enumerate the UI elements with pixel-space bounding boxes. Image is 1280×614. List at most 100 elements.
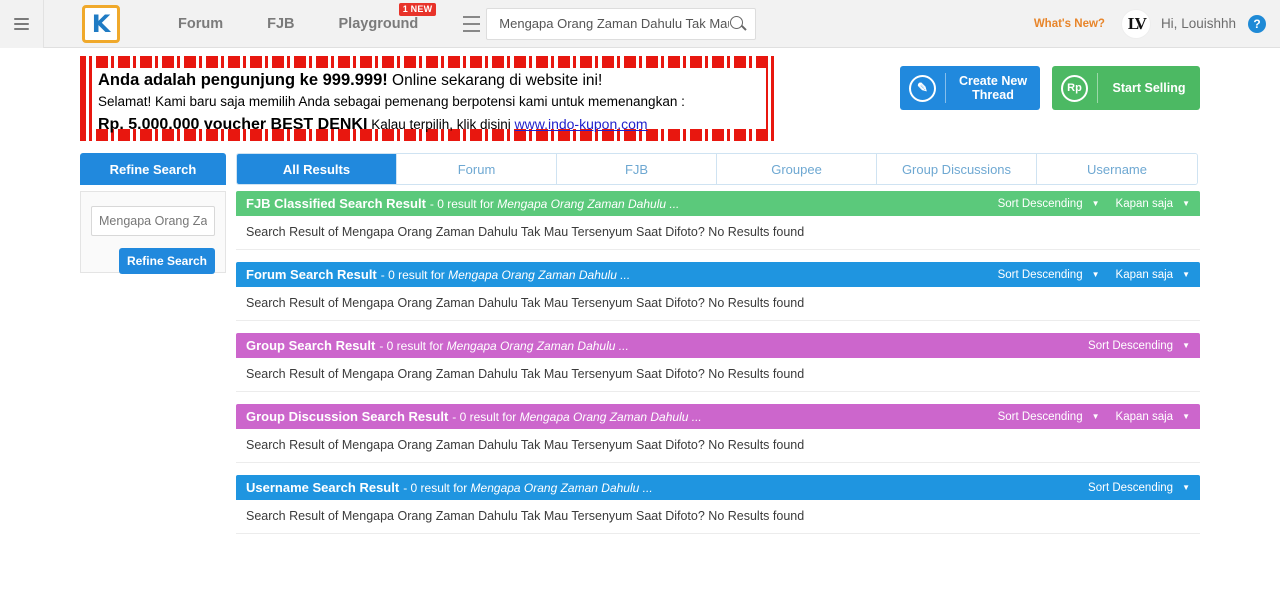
result-body: Search Result of Mengapa Orang Zaman Dah… [236, 216, 1200, 250]
tab-username[interactable]: Username [1037, 154, 1197, 184]
ad-line-2: Selamat! Kami baru saja memilih Anda seb… [98, 94, 685, 109]
search-icon[interactable] [729, 15, 747, 33]
action-buttons: ✎ Create New Thread Rp Start Selling [900, 56, 1200, 110]
menu-toggle-button[interactable] [0, 0, 44, 48]
chevron-down-icon: ▼ [1091, 199, 1100, 208]
result-meta: - 0 result for Mengapa Orang Zaman Dahul… [430, 197, 679, 211]
result-controls: Sort Descending ▼ Kapan saja ▼ [998, 269, 1190, 281]
tab-group-discussions[interactable]: Group Discussions [877, 154, 1037, 184]
ad-line-1: Anda adalah pengunjung ke 999.999! Onlin… [98, 70, 760, 91]
tab-groupee[interactable]: Groupee [717, 154, 877, 184]
result-tabs: All Results Forum FJB Groupee Group Disc… [236, 153, 1198, 185]
ad-line-1-rest: Online sekarang di website ini! [387, 72, 603, 89]
ad-link[interactable]: www.indo-kupon.com [515, 116, 648, 132]
result-meta: - 0 result for Mengapa Orang Zaman Dahul… [452, 410, 701, 424]
result-header: Group Search Result - 0 result for Menga… [236, 333, 1200, 358]
user-area: What's New? LV Hi, Louishhh ? [1034, 8, 1280, 39]
nav-item-forum-label: Forum [178, 15, 224, 32]
pencil-glyph: ✎ [917, 80, 928, 95]
result-title: Group Discussion Search Result [246, 409, 449, 424]
result-query: Mengapa Orang Zaman Dahulu ... [497, 196, 680, 211]
content-area: Refine Search FJB Classified Search Resu… [80, 191, 1200, 546]
whats-new-link[interactable]: What's New? [1034, 18, 1105, 30]
result-query: Mengapa Orang Zaman Dahulu ... [446, 338, 629, 353]
create-new-thread-button[interactable]: ✎ Create New Thread [900, 66, 1040, 110]
sort-descending-dropdown[interactable]: Sort Descending ▼ [998, 269, 1100, 281]
tab-fjb-label: FJB [624, 161, 649, 177]
site-logo[interactable]: K [82, 4, 120, 43]
refine-search-panel: Refine Search [80, 191, 226, 274]
result-query: Mengapa Orang Zaman Dahulu ... [470, 480, 653, 495]
top-navigation-bar: K Forum FJB Playground 1 NEW What's New?… [0, 0, 1280, 48]
result-meta: - 0 result for Mengapa Orang Zaman Dahul… [379, 339, 628, 353]
search-input[interactable] [499, 16, 730, 31]
refine-keyword-input[interactable] [91, 206, 215, 236]
result-header: Group Discussion Search Result - 0 resul… [236, 404, 1200, 429]
create-new-thread-label: Create New Thread [958, 74, 1028, 102]
avatar-initials: LV [1127, 13, 1147, 33]
nav-item-forum[interactable]: Forum [156, 0, 245, 48]
time-filter-dropdown[interactable]: Kapan saja ▼ [1116, 198, 1190, 210]
chevron-down-icon: ▼ [1182, 341, 1190, 350]
result-meta-prefix: - 0 result for [403, 480, 471, 495]
result-query: Mengapa Orang Zaman Dahulu ... [519, 409, 702, 424]
tab-forum[interactable]: Forum [397, 154, 557, 184]
result-meta: - 0 result for Mengapa Orang Zaman Dahul… [403, 481, 652, 495]
sort-descending-dropdown[interactable]: Sort Descending ▼ [1088, 482, 1190, 494]
ad-and-actions-row: Anda adalah pengunjung ke 999.999! Onlin… [80, 48, 1200, 141]
time-filter-label: Kapan saja [1115, 197, 1174, 210]
refine-search-button[interactable]: Refine Search [119, 248, 215, 274]
nav-item-playground-label: Playground [338, 15, 419, 32]
tab-fjb[interactable]: FJB [557, 154, 717, 184]
page-container: Anda adalah pengunjung ke 999.999! Onlin… [0, 48, 1280, 546]
result-controls: Sort Descending ▼ Kapan saja ▼ [998, 198, 1190, 210]
tab-username-label: Username [1087, 161, 1147, 177]
chevron-down-icon: ▼ [1182, 483, 1190, 492]
time-filter-label: Kapan saja [1115, 268, 1174, 281]
advertisement-banner[interactable]: Anda adalah pengunjung ke 999.999! Onlin… [80, 56, 778, 141]
result-block-fjb-classified: FJB Classified Search Result - 0 result … [236, 191, 1200, 250]
sort-descending-label: Sort Descending [1088, 481, 1174, 494]
result-title: FJB Classified Search Result [246, 196, 426, 211]
search-area [456, 7, 757, 40]
result-query: Mengapa Orang Zaman Dahulu ... [448, 267, 631, 282]
result-meta-prefix: - 0 result for [429, 196, 498, 211]
tab-all-results[interactable]: All Results [237, 154, 397, 184]
tab-refine-search[interactable]: Refine Search [80, 153, 226, 185]
time-filter-dropdown[interactable]: Kapan saja ▼ [1116, 411, 1190, 423]
rupiah-icon: Rp [1052, 73, 1098, 103]
user-greeting[interactable]: Hi, Louishhh [1161, 16, 1236, 31]
result-header: Forum Search Result - 0 result for Menga… [236, 262, 1200, 287]
result-header: FJB Classified Search Result - 0 result … [236, 191, 1200, 216]
hamburger-icon [14, 15, 29, 33]
nav-item-fjb-label: FJB [267, 15, 295, 32]
result-body: Search Result of Mengapa Orang Zaman Dah… [236, 429, 1200, 463]
help-icon[interactable]: ? [1248, 14, 1266, 33]
tab-groupee-label: Groupee [771, 161, 822, 177]
result-body: Search Result of Mengapa Orang Zaman Dah… [236, 287, 1200, 321]
result-block-username: Username Search Result - 0 result for Me… [236, 475, 1200, 534]
chevron-down-icon: ▼ [1182, 412, 1190, 421]
search-results-list: FJB Classified Search Result - 0 result … [236, 191, 1200, 546]
result-title: Group Search Result [246, 338, 376, 353]
nav-item-fjb[interactable]: FJB [245, 0, 316, 48]
sort-descending-dropdown[interactable]: Sort Descending ▼ [998, 411, 1100, 423]
result-meta-prefix: - 0 result for [379, 338, 447, 353]
search-box[interactable] [486, 7, 757, 40]
result-meta-prefix: - 0 result for [452, 409, 520, 424]
sort-descending-dropdown[interactable]: Sort Descending ▼ [1088, 340, 1190, 352]
start-selling-button[interactable]: Rp Start Selling [1052, 66, 1200, 110]
result-controls: Sort Descending ▼ [1088, 340, 1190, 352]
nav-item-playground[interactable]: Playground 1 NEW [317, 0, 441, 48]
tab-all-results-label: All Results [282, 161, 351, 177]
chevron-down-icon: ▼ [1091, 412, 1100, 421]
avatar[interactable]: LV [1120, 8, 1151, 39]
search-category-toggle[interactable] [456, 13, 486, 34]
tab-group-discussions-label: Group Discussions [901, 161, 1012, 177]
result-block-group: Group Search Result - 0 result for Menga… [236, 333, 1200, 392]
sort-descending-dropdown[interactable]: Sort Descending ▼ [998, 198, 1100, 210]
result-controls: Sort Descending ▼ Kapan saja ▼ [998, 411, 1190, 423]
result-controls: Sort Descending ▼ [1088, 482, 1190, 494]
result-block-forum: Forum Search Result - 0 result for Menga… [236, 262, 1200, 321]
time-filter-dropdown[interactable]: Kapan saja ▼ [1116, 269, 1190, 281]
